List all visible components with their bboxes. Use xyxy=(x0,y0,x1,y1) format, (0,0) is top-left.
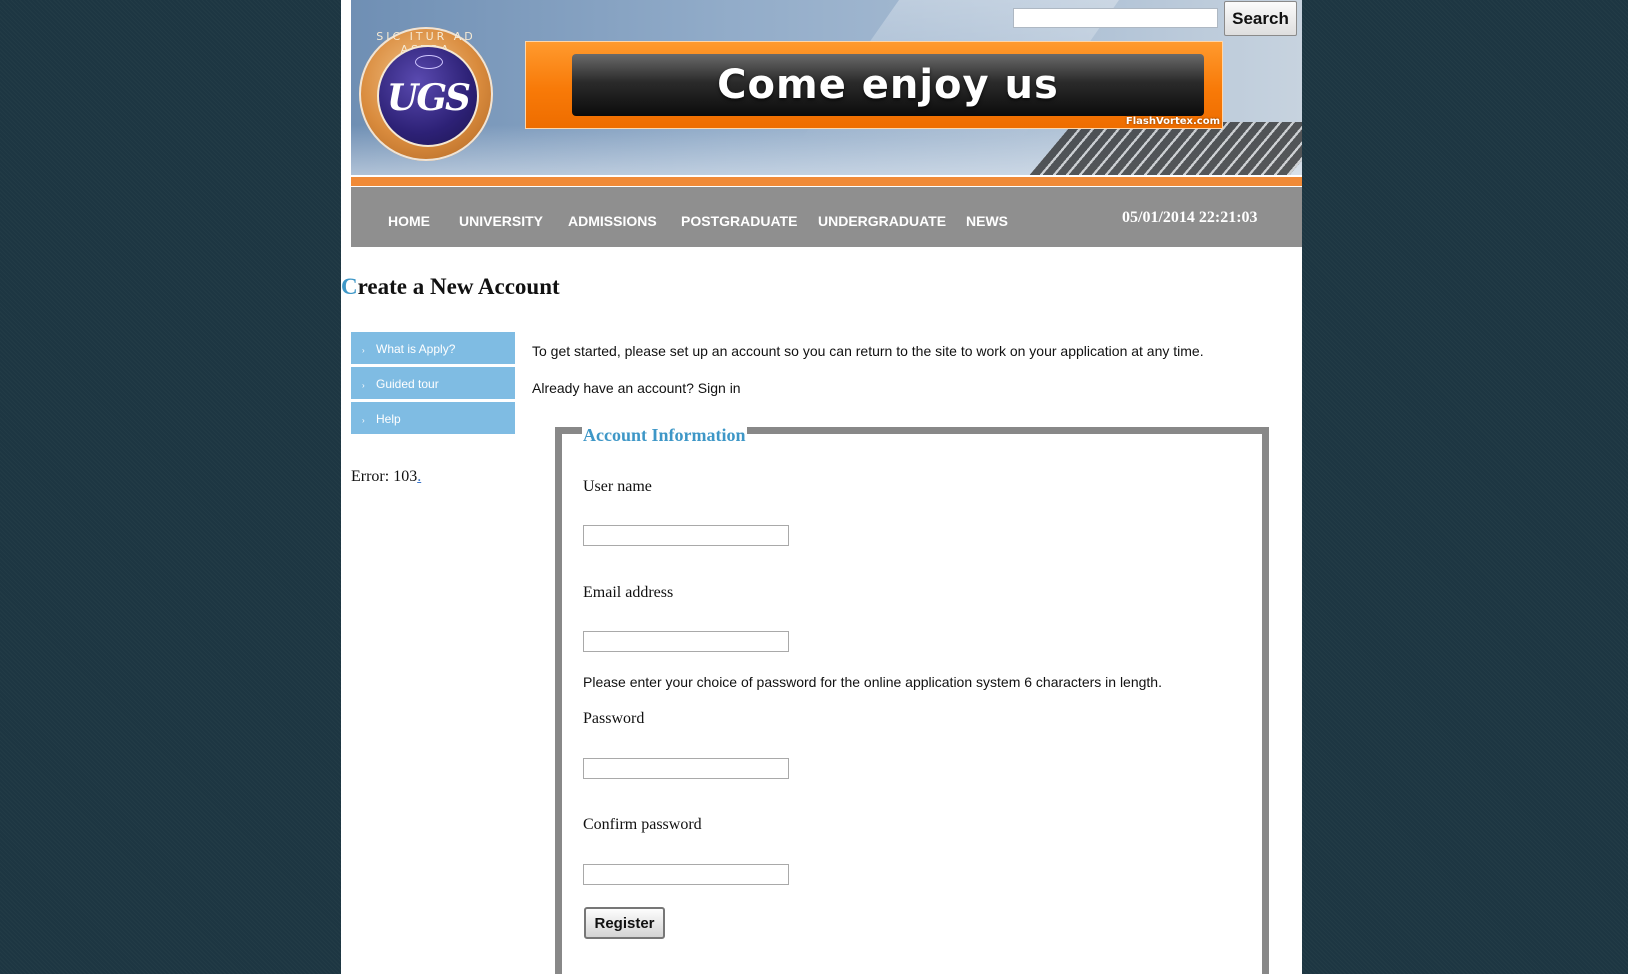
banner-credit: FlashVortex.com xyxy=(1125,116,1220,127)
username-label: User name xyxy=(583,478,652,495)
main-nav: HOME UNIVERSITY ADMISSIONS POSTGRADUATE … xyxy=(351,187,1302,247)
password-instructions: Please enter your choice of password for… xyxy=(583,674,1162,690)
chevron-right-icon: › xyxy=(362,416,365,425)
register-button[interactable]: Register xyxy=(584,907,665,939)
signin-link[interactable]: Sign in xyxy=(698,380,741,396)
confirm-password-label: Confirm password xyxy=(583,816,702,833)
account-information-fieldset: Account Information User name Email addr… xyxy=(555,425,1269,974)
nav-item-admissions[interactable]: ADMISSIONS xyxy=(568,213,657,229)
keyboard-image xyxy=(1027,122,1302,175)
fieldset-legend: Account Information xyxy=(582,425,747,446)
error-text: Error: 103 xyxy=(351,468,418,485)
date-time-clock: 05/01/2014 22:21:03 xyxy=(1122,209,1258,226)
side-menu-item-guided-tour[interactable]: › Guided tour xyxy=(351,367,515,399)
page-title: Create a New Account xyxy=(341,274,560,300)
chevron-right-icon: › xyxy=(362,381,365,390)
side-menu-label: What is Apply? xyxy=(376,342,456,356)
side-menu: › What is Apply? › Guided tour › Help xyxy=(351,332,515,437)
flash-banner: Come enjoy us FlashVortex.com xyxy=(525,41,1223,129)
nav-item-postgraduate[interactable]: POSTGRADUATE xyxy=(681,213,797,229)
logo-seal: UGS xyxy=(377,45,479,147)
nav-item-home[interactable]: HOME xyxy=(388,213,430,229)
email-label: Email address xyxy=(583,584,674,601)
password-field[interactable] xyxy=(583,758,789,779)
side-menu-item-help[interactable]: › Help xyxy=(351,402,515,434)
side-menu-item-what-is-apply[interactable]: › What is Apply? xyxy=(351,332,515,364)
banner-headline: Come enjoy us xyxy=(717,62,1059,108)
signin-prefix: Already have an account? xyxy=(532,380,694,396)
password-label: Password xyxy=(583,710,645,727)
side-menu-label: Guided tour xyxy=(376,377,439,391)
search-input[interactable] xyxy=(1013,8,1218,28)
signin-line: Already have an account? Sign in xyxy=(532,380,741,396)
header-divider xyxy=(351,177,1302,186)
chevron-right-icon: › xyxy=(362,346,365,355)
nav-item-undergraduate[interactable]: UNDERGRADUATE xyxy=(818,213,946,229)
error-message: Error: 103. xyxy=(351,468,421,486)
page-title-rest: reate a New Account xyxy=(357,274,560,299)
university-logo[interactable]: SIC ITUR AD ASTRA UGS xyxy=(359,27,493,161)
search-button[interactable]: Search xyxy=(1224,1,1297,36)
site-header: SIC ITUR AD ASTRA UGS Come enjoy us Flas… xyxy=(351,0,1302,175)
error-link[interactable]: . xyxy=(417,468,421,485)
banner-plate: Come enjoy us xyxy=(572,54,1204,116)
confirm-password-field[interactable] xyxy=(583,864,789,885)
side-menu-label: Help xyxy=(376,412,401,426)
atom-icon xyxy=(415,55,443,69)
username-field[interactable] xyxy=(583,525,789,546)
email-field[interactable] xyxy=(583,631,789,652)
nav-item-university[interactable]: UNIVERSITY xyxy=(459,213,543,229)
logo-monogram: UGS xyxy=(386,77,471,119)
nav-item-news[interactable]: NEWS xyxy=(966,213,1008,229)
page-title-initial: C xyxy=(341,274,358,299)
page-container: SIC ITUR AD ASTRA UGS Come enjoy us Flas… xyxy=(341,0,1302,974)
intro-text: To get started, please set up an account… xyxy=(532,343,1204,359)
